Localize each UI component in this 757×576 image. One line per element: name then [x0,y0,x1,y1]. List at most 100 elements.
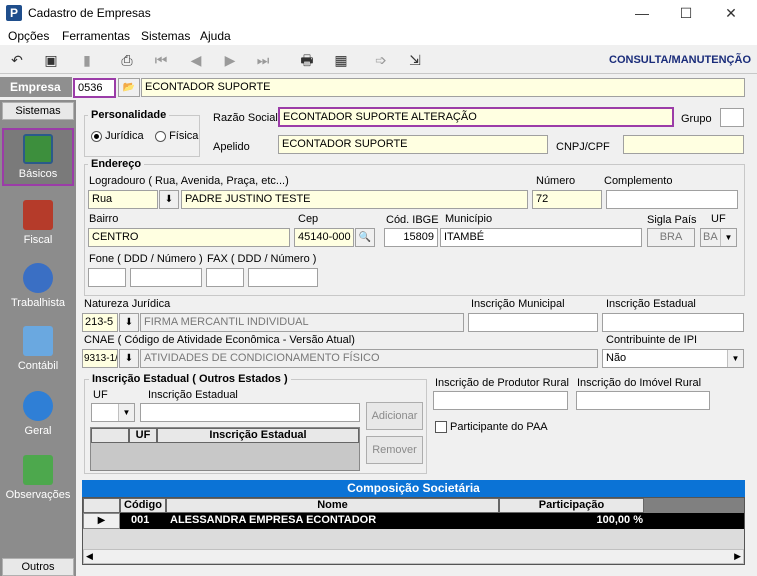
sidebar-item-observacoes[interactable]: Observações [2,451,74,511]
uf-label: UF [711,213,726,225]
binoculars-icon[interactable]: 🔍 [355,228,375,247]
menu-ferramentas[interactable]: Ferramentas [62,29,130,43]
lookup-down-icon[interactable]: ⬇ [119,349,139,368]
notes-icon [23,455,53,485]
report-icon[interactable]: ▦ [330,50,352,70]
grid-header-inscricao: Inscrição Estadual [157,428,359,443]
radio-juridica-dot[interactable] [91,130,102,142]
numero-field[interactable]: 72 [532,190,602,209]
sidebar-item-label: Fiscal [23,234,53,246]
toolbar: ↶ ▣ ▮ ⎙ ⏮ ◀ ▶ ⏭ 🖶 ▦ ➩ ⇲ CONSULTA/MANUTEN… [0,46,757,74]
scroll-left-icon[interactable]: ◀ [86,550,93,563]
contribuinte-ipi-select[interactable]: Não [602,349,744,368]
menu-opcoes[interactable]: Opções [8,29,49,43]
municipio-field[interactable]: ITAMBÉ [440,228,642,247]
table-row[interactable]: ▶ 001 ALESSANDRA EMPRESA ECONTADOR 100,0… [83,513,744,529]
outros-inscricao-label: Inscrição Estadual [148,389,238,401]
chevron-down-icon[interactable]: ▼ [727,350,743,367]
maximize-button[interactable]: ☐ [663,0,709,26]
lookup-down-icon[interactable]: ⬇ [159,190,179,209]
inscricao-estadual-field[interactable] [602,313,744,332]
grid-header-uf: UF [129,428,157,443]
razao-social-field[interactable]: ECONTADOR SUPORTE ALTERAÇÃO [278,107,674,127]
logradouro-field[interactable]: PADRE JUSTINO TESTE [181,190,528,209]
sigla-pais-field[interactable]: BRA [647,228,695,247]
radio-juridica[interactable]: Jurídica [91,130,144,142]
tipo-logradouro-field[interactable]: Rua [88,190,158,209]
uf-value: BA [703,231,718,243]
fone-ddd-field[interactable] [88,268,126,287]
produtor-rural-field[interactable] [433,391,568,410]
ibge-label: Cód. IBGE [386,214,439,226]
fax-number-field[interactable] [248,268,318,287]
fax-ddd-field[interactable] [206,268,244,287]
sidebar-item-fiscal[interactable]: Fiscal [2,196,74,256]
cnpj-field[interactable] [623,135,744,154]
imovel-rural-field[interactable] [576,391,710,410]
row-codigo: 001 [131,513,150,528]
apelido-field[interactable]: ECONTADOR SUPORTE [278,135,548,154]
window-title: Cadastro de Empresas [28,6,151,20]
cnae-code-field[interactable]: 9313-1/00 [82,349,118,368]
bairro-field[interactable]: CENTRO [88,228,290,247]
sidebar-item-label: Observações [5,489,71,501]
exit-icon[interactable]: ⇲ [404,50,426,70]
complemento-field[interactable] [606,190,738,209]
scroll-right-icon[interactable]: ▶ [734,550,741,563]
sidebar-item-label: Trabalhista [10,297,65,309]
cnae-desc-field: ATIVIDADES DE CONDICIONAMENTO FÍSICO [140,349,598,368]
sidebar-item-geral[interactable]: Geral [2,387,74,447]
outros-inscricao-field[interactable] [140,403,360,422]
horizontal-scrollbar[interactable]: ◀ ▶ [83,549,744,564]
save-icon[interactable]: ▣ [40,50,62,70]
last-record-icon[interactable]: ⏭ [252,50,274,70]
paa-checkbox[interactable] [435,421,447,433]
adicionar-button[interactable]: Adicionar [366,402,423,430]
radio-fisica[interactable]: Física [155,130,198,142]
municipio-label: Município [445,213,493,225]
natureza-desc-field: FIRMA MERCANTIL INDIVIDUAL [140,313,464,332]
empresa-name-field[interactable]: ECONTADOR SUPORTE [141,78,745,97]
prev-record-icon[interactable]: ◀ [185,50,207,70]
app-icon: P [6,5,22,21]
cep-field[interactable]: 45140-000 [294,228,354,247]
menu-ajuda[interactable]: Ajuda [200,29,231,43]
worker-icon [23,263,53,293]
sidebar-item-label: Básicos [18,168,58,180]
personalidade-title: Personalidade [88,109,170,121]
empresa-code-field[interactable]: 0536 [73,78,116,98]
next-record-icon[interactable]: ▶ [219,50,241,70]
natureza-code-field[interactable]: 213-5 [82,313,118,332]
numero-label: Número [536,175,576,187]
sidebar-item-basicos[interactable]: Básicos [2,128,74,186]
sidebar-item-contabil[interactable]: Contábil [2,322,74,382]
outros-uf-label: UF [93,389,108,401]
open-folder-icon[interactable]: 📂 [118,78,140,97]
chevron-down-icon[interactable]: ▼ [118,404,134,421]
sidebar-header[interactable]: Sistemas [2,102,74,120]
delete-icon[interactable]: ▮ [76,50,98,70]
sidebar-item-trabalhista[interactable]: Trabalhista [2,259,74,319]
chevron-down-icon[interactable]: ▼ [720,229,736,246]
minimize-button[interactable]: — [619,0,665,26]
complemento-label: Complemento [604,175,673,187]
close-button[interactable]: ✕ [708,0,754,26]
inscricao-municipal-field[interactable] [468,313,598,332]
menu-sistemas[interactable]: Sistemas [141,29,190,43]
forward-icon[interactable]: ➩ [370,50,392,70]
composicao-grid: Código Nome Participação ▶ 001 ALESSANDR… [82,497,745,565]
lookup-down-icon[interactable]: ⬇ [119,313,139,332]
ibge-field[interactable]: 15809 [384,228,438,247]
undo-icon[interactable]: ↶ [6,50,28,70]
fone-number-field[interactable] [130,268,202,287]
radio-fisica-dot[interactable] [155,130,166,142]
row-selector-icon[interactable]: ▶ [83,513,120,529]
grupo-field[interactable] [720,108,744,127]
print-icon[interactable]: 🖶 [296,50,318,70]
remover-button[interactable]: Remover [366,436,423,464]
preview-icon[interactable]: ⎙ [116,50,138,70]
paa-label: Participante do PAA [450,421,548,433]
menu-bar: Opções Ferramentas Sistemas Ajuda [0,26,757,45]
sidebar-footer[interactable]: Outros [2,558,74,576]
first-record-icon[interactable]: ⏮ [150,50,172,70]
